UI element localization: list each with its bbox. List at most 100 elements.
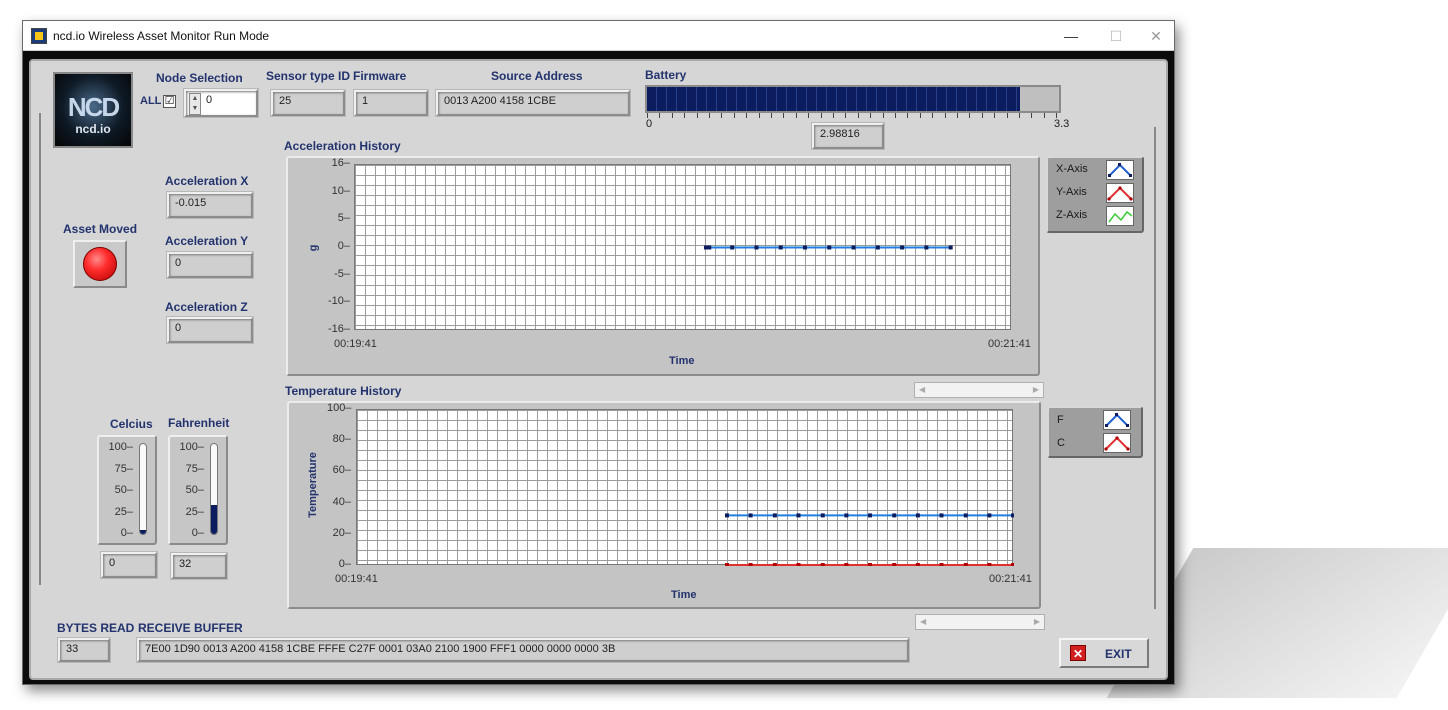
thermometer-scale-label: 25–	[185, 505, 204, 518]
battery-tick	[857, 113, 859, 118]
logo-text: ncd.io	[75, 122, 111, 136]
front-panel: NCD ncd.io Node Selection ALL ☑ 0 ▲ ▼ Sen…	[29, 59, 1168, 680]
legend-y-axis-swatch[interactable]	[1106, 183, 1134, 203]
acceleration-y-value: 0	[167, 252, 253, 278]
data-point	[1011, 563, 1014, 566]
battery-tick	[932, 113, 934, 118]
celcius-tube	[139, 443, 147, 535]
data-point	[748, 563, 753, 566]
data-point	[892, 563, 897, 566]
close-window-button[interactable]: ✕	[1141, 25, 1171, 47]
data-point	[730, 245, 735, 250]
legend-c-label: C	[1057, 437, 1065, 449]
exit-button-label: EXIT	[1105, 647, 1132, 661]
acceleration-history-title: Acceleration History	[284, 139, 401, 153]
data-point	[987, 513, 992, 518]
thermometer-scale-label: 100–	[179, 441, 204, 453]
right-frame-line	[1154, 127, 1156, 609]
y-tick-label: 5–	[337, 212, 350, 225]
data-point	[772, 513, 777, 518]
temperature-x-end: 00:21:41	[989, 573, 1032, 585]
battery-label: Battery	[645, 68, 687, 82]
temperature-history-scrollbar[interactable]: ◀ ▶	[915, 614, 1045, 630]
bytes-read-label: BYTES READ	[57, 621, 135, 635]
battery-tick	[733, 113, 735, 118]
y-tick-label: 20–	[332, 526, 351, 539]
battery-level-fill	[647, 87, 1021, 111]
temperature-plot-svg	[724, 513, 1014, 566]
acceleration-x-value: -0.015	[167, 192, 253, 218]
legend-x-axis-swatch[interactable]	[1106, 160, 1134, 180]
legend-c-swatch[interactable]	[1103, 433, 1131, 453]
data-point	[803, 245, 808, 250]
data-point	[820, 513, 825, 518]
battery-tick	[870, 113, 872, 118]
minimize-button[interactable]: —	[1056, 25, 1086, 47]
data-point	[796, 563, 801, 566]
data-point	[724, 563, 729, 566]
battery-tick	[1006, 113, 1008, 118]
temperature-x-axis-label: Time	[671, 589, 697, 601]
y-tick-label: -10–	[327, 295, 350, 308]
receive-buffer-label: RECEIVE BUFFER	[138, 621, 243, 635]
data-point	[963, 563, 968, 566]
y-tick-label: 100–	[327, 402, 352, 414]
celcius-fill	[140, 530, 146, 534]
battery-tick	[833, 113, 834, 118]
legend-x-axis-label: X-Axis	[1056, 163, 1088, 175]
close-icon: ✕	[1070, 645, 1086, 661]
acceleration-plot-area	[354, 164, 1011, 330]
maximize-button[interactable]: ☐	[1101, 25, 1131, 47]
battery-tick	[820, 113, 822, 118]
app-window: ncd.io Wireless Asset Monitor Run Mode —…	[22, 20, 1175, 685]
data-point	[915, 513, 920, 518]
legend-f-swatch[interactable]	[1103, 410, 1131, 430]
data-point	[796, 513, 801, 518]
acceleration-history-scrollbar[interactable]: ◀ ▶	[914, 382, 1044, 398]
data-point	[851, 245, 856, 250]
data-point	[987, 563, 992, 566]
asset-moved-light	[83, 247, 117, 281]
legend-y-axis-label: Y-Axis	[1056, 186, 1087, 198]
exit-button[interactable]: ✕ EXIT	[1059, 638, 1149, 668]
y-tick-label: 16–	[331, 157, 350, 169]
title-bar: ncd.io Wireless Asset Monitor Run Mode —…	[23, 21, 1174, 51]
battery-tick	[696, 113, 698, 118]
node-selection-stepper[interactable]: ▲ ▼	[189, 93, 201, 115]
data-point	[948, 245, 953, 250]
all-checkbox[interactable]: ☑	[163, 95, 176, 108]
data-point	[939, 513, 944, 518]
y-tick-label: 10–	[331, 184, 350, 197]
battery-tick	[1019, 113, 1020, 118]
battery-tick	[771, 113, 772, 118]
logo-mark: NCD	[67, 92, 120, 122]
y-tick-label: 0–	[337, 240, 350, 252]
y-tick-label: 60–	[332, 464, 351, 477]
source-address-label: Source Address	[491, 69, 583, 83]
acceleration-plot-svg	[703, 245, 953, 250]
firmware-value: 1	[354, 90, 428, 116]
y-tick-label: 40–	[332, 495, 351, 508]
legend-z-axis-swatch[interactable]	[1106, 206, 1134, 226]
battery-max-label: 3.3	[1054, 118, 1070, 130]
battery-tick	[684, 113, 686, 118]
receive-buffer-value: 7E00 1D90 0013 A200 4158 1CBE FFFE C27F …	[137, 638, 909, 662]
thermometer-scale-label: 0–	[120, 527, 133, 539]
battery-tick	[957, 113, 958, 118]
battery-tick	[944, 113, 946, 118]
sensor-type-label: Sensor type ID	[266, 69, 351, 83]
battery-tick	[981, 113, 983, 118]
battery-tick	[1031, 113, 1033, 118]
firmware-label: Firmware	[353, 69, 407, 83]
data-point	[900, 245, 905, 250]
battery-tick	[919, 113, 921, 118]
acceleration-x-start: 00:19:41	[334, 338, 377, 350]
fahrenheit-value: 32	[171, 553, 227, 579]
temperature-history-title: Temperature History	[285, 384, 402, 398]
battery-tick	[721, 113, 723, 118]
bytes-read-value: 33	[58, 638, 110, 662]
acceleration-x-end: 00:21:41	[988, 338, 1031, 350]
ncd-logo: NCD ncd.io	[53, 72, 133, 148]
thermometer-scale-label: 50–	[185, 484, 204, 496]
y-tick-label: 80–	[332, 433, 351, 446]
